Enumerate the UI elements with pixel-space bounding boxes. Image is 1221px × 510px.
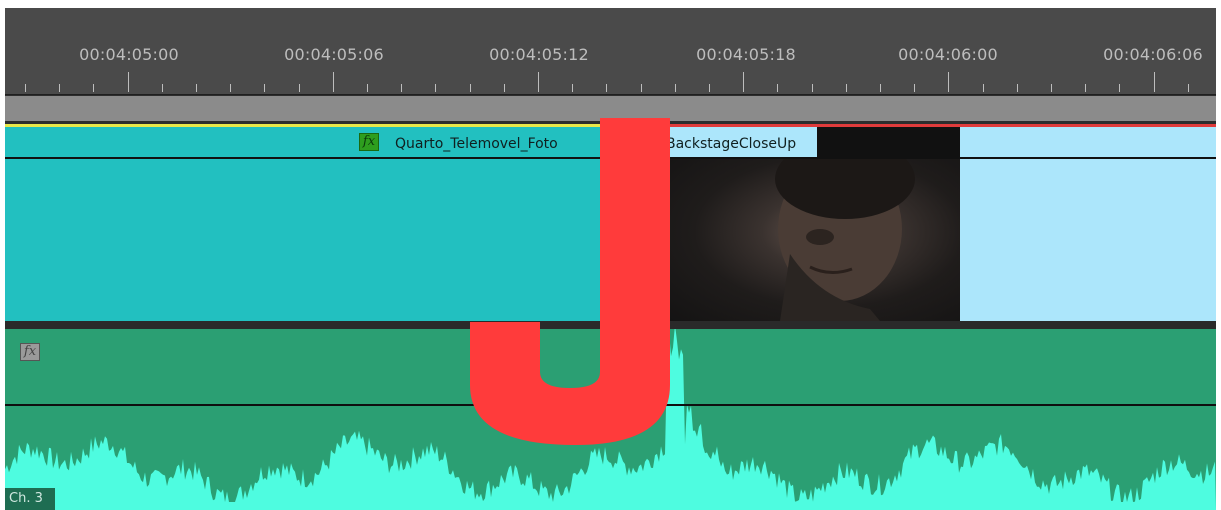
audio-track-divider (5, 404, 1216, 406)
clip-name-label: Quarto_Telemovel_Foto (395, 136, 558, 152)
video-clip-next[interactable] (960, 124, 1216, 321)
ruler-tick (572, 84, 573, 92)
time-ruler[interactable]: 00:04:05:00 00:04:05:06 00:04:05:12 00:0… (5, 8, 1216, 94)
video-clip-quarto[interactable]: fx Quarto_Telemovel_Foto (5, 124, 605, 321)
ruler-tick (606, 84, 607, 92)
ruler-tick (880, 84, 881, 92)
ruler-tick (367, 84, 368, 92)
editor-stage: 00:04:05:00 00:04:05:06 00:04:05:12 00:0… (0, 0, 1221, 510)
clip-name-label: BackstageCloseUp (666, 136, 797, 152)
timecode-label: 00:04:06:06 (1103, 45, 1203, 64)
channel-label: Ch. 3 (5, 488, 55, 510)
ruler-tick (93, 84, 94, 92)
timecode-label: 00:04:05:18 (696, 45, 796, 64)
work-area-bar[interactable] (5, 96, 1216, 121)
ruler-tick (709, 84, 710, 92)
track-spacer (5, 321, 1216, 329)
ruler-tick (1119, 84, 1120, 92)
ruler-tick (1017, 84, 1018, 92)
ruler-tick (675, 84, 676, 92)
ruler-tick (196, 84, 197, 92)
timecode-label: 00:04:05:12 (489, 45, 589, 64)
fx-icon[interactable]: fx (20, 343, 40, 361)
audio-track[interactable]: fx Ch. 3 (5, 329, 1216, 510)
ruler-tick (162, 84, 163, 92)
ruler-tick (1154, 72, 1155, 92)
face-thumbnail-image (775, 139, 915, 321)
ruler-tick (504, 84, 505, 92)
waveform-shape (5, 329, 1216, 510)
timecode-label: 00:04:05:06 (284, 45, 384, 64)
ruler-tick (777, 84, 778, 92)
clip-header: fx Quarto_Telemovel_Foto (5, 127, 605, 157)
ruler-tick (1085, 84, 1086, 92)
fx-icon[interactable]: fx (359, 133, 379, 151)
ruler-tick (1051, 84, 1052, 92)
ruler-tick (914, 84, 915, 92)
ruler-tick (948, 72, 949, 92)
ruler-tick (401, 84, 402, 92)
timecode-label: 00:04:05:00 (79, 45, 179, 64)
ruler-tick (435, 84, 436, 92)
timecode-label: 00:04:06:00 (898, 45, 998, 64)
ruler-tick (1188, 84, 1189, 92)
ruler-tick (743, 72, 744, 92)
ruler-divider (5, 94, 1216, 95)
ruler-tick (128, 72, 129, 92)
video-clip-backstage[interactable]: BackstageCloseUp (605, 124, 960, 321)
ruler-tick (846, 84, 847, 92)
ruler-tick (641, 84, 642, 92)
ruler-tick (299, 84, 300, 92)
clip-header-divider (960, 157, 1216, 159)
ruler-tick (25, 84, 26, 92)
clip-header (960, 127, 1216, 157)
ruler-tick (983, 84, 984, 92)
clip-header-divider (5, 157, 605, 159)
clip-thumbnail (670, 139, 960, 321)
ruler-tick (264, 84, 265, 92)
ruler-tick (538, 72, 539, 92)
ruler-tick (333, 72, 334, 92)
ruler-tick (470, 84, 471, 92)
ruler-tick (812, 84, 813, 92)
clip-header-dark (817, 127, 960, 157)
audio-waveform (5, 329, 1216, 510)
video-track: fx Quarto_Telemovel_Foto BackstageCloseU… (5, 124, 1216, 321)
timeline-panel: 00:04:05:00 00:04:05:06 00:04:05:12 00:0… (5, 8, 1216, 510)
ruler-tick (230, 84, 231, 92)
ruler-tick (59, 84, 60, 92)
